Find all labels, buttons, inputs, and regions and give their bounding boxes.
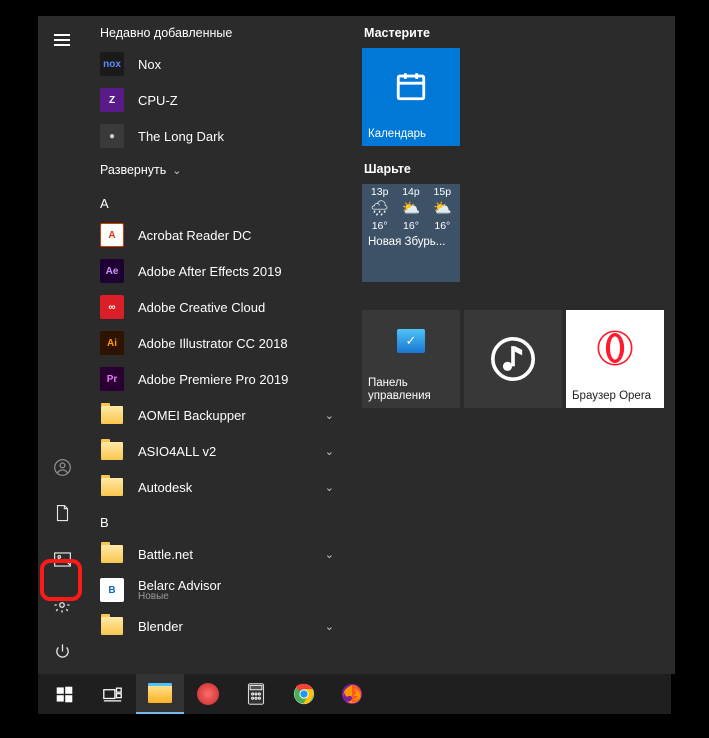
app-label: AOMEI Backupper	[138, 408, 311, 423]
app-item[interactable]: Z CPU-Z	[86, 82, 352, 118]
power-button[interactable]	[38, 628, 86, 674]
calculator-icon	[247, 683, 265, 705]
weather-tile[interactable]: 13p14p15p 🌧⛅⛅ 16°16°16° Новая Збурь...	[362, 184, 460, 282]
music-note-icon	[491, 337, 535, 381]
chevron-down-icon: ⌄	[325, 620, 338, 633]
hamburger-icon	[54, 34, 70, 46]
file-explorer-taskbar[interactable]	[136, 674, 184, 714]
app-label: Battle.net	[138, 547, 311, 562]
folder-icon	[100, 614, 124, 638]
pictures-button[interactable]	[38, 536, 86, 582]
app-item[interactable]: A Acrobat Reader DC	[86, 217, 352, 253]
app-icon: nox	[100, 52, 124, 76]
control-panel-tile[interactable]: ✓ Панель управления	[362, 310, 460, 408]
start-rail	[38, 16, 86, 674]
gear-icon	[53, 596, 71, 614]
app-icon: Ai	[100, 331, 124, 355]
calculator-taskbar[interactable]	[232, 674, 280, 714]
app-icon: Ae	[100, 259, 124, 283]
app-item[interactable]: AOMEI Backupper ⌄	[86, 397, 352, 433]
calendar-icon	[394, 69, 428, 103]
task-view-button[interactable]	[88, 674, 136, 714]
chevron-down-icon: ⌄	[325, 409, 338, 422]
weather-icon: ⛅	[402, 199, 421, 217]
control-panel-icon: ✓	[397, 329, 425, 353]
weather-icon: ⛅	[433, 199, 452, 217]
user-button[interactable]	[38, 444, 86, 490]
firefox-taskbar[interactable]	[328, 674, 376, 714]
app-taskbar-1[interactable]	[184, 674, 232, 714]
app-item[interactable]: Ai Adobe Illustrator CC 2018	[86, 325, 352, 361]
tile-group-2-title[interactable]: Шарьте	[362, 158, 665, 184]
expand-rail-button[interactable]	[38, 16, 86, 64]
app-item[interactable]: Blender ⌄	[86, 608, 352, 644]
task-view-icon	[103, 687, 122, 702]
opera-icon	[595, 328, 635, 368]
chrome-icon	[293, 683, 315, 705]
app-label: CPU-Z	[138, 93, 338, 108]
app-label: ASIO4ALL v2	[138, 444, 311, 459]
app-list[interactable]: Недавно добавленные nox Nox Z CPU-Z ● The Lon…	[86, 16, 352, 674]
app-icon: ●	[100, 124, 124, 148]
folder-icon	[100, 403, 124, 427]
app-label: Autodesk	[138, 480, 311, 495]
picture-icon	[54, 552, 71, 567]
app-icon: Z	[100, 88, 124, 112]
expand-recent[interactable]: Развернуть ⌄	[86, 154, 352, 186]
tiles-area[interactable]: Мастерите Календарь Шарьте 13p14p15p 🌧⛅⛅…	[352, 16, 675, 674]
chevron-down-icon: ⌄	[325, 445, 338, 458]
taskbar	[38, 674, 671, 714]
start-button[interactable]	[40, 674, 88, 714]
documents-button[interactable]	[38, 490, 86, 536]
weather-icon: 🌧	[370, 199, 389, 217]
app-item[interactable]: BBelarc AdvisorНовые	[86, 572, 352, 608]
windows-icon	[56, 686, 73, 703]
app-label: Adobe Illustrator CC 2018	[138, 336, 338, 351]
app-label: Blender	[138, 619, 311, 634]
firefox-icon	[341, 683, 363, 705]
app-item[interactable]: Battle.net ⌄	[86, 536, 352, 572]
letter-a-header[interactable]: A	[86, 186, 352, 217]
chevron-down-icon: ⌄	[325, 548, 338, 561]
red-circle-icon	[197, 683, 219, 705]
app-icon: ∞	[100, 295, 124, 319]
app-icon: B	[100, 578, 124, 602]
app-icon: A	[100, 223, 124, 247]
app-item[interactable]: Autodesk ⌄	[86, 469, 352, 505]
opera-tile[interactable]: Браузер Opera	[566, 310, 664, 408]
folder-icon	[100, 542, 124, 566]
app-label: Adobe Creative Cloud	[138, 300, 338, 315]
chevron-down-icon: ⌄	[325, 481, 338, 494]
calendar-tile[interactable]: Календарь	[362, 48, 460, 146]
music-tile[interactable]	[464, 310, 562, 408]
chrome-taskbar[interactable]	[280, 674, 328, 714]
app-label: Adobe Premiere Pro 2019	[138, 372, 338, 387]
app-item[interactable]: nox Nox	[86, 46, 352, 82]
user-icon	[54, 459, 71, 476]
app-label: Adobe After Effects 2019	[138, 264, 338, 279]
chevron-down-icon: ⌄	[172, 164, 185, 177]
document-icon	[55, 504, 70, 522]
folder-icon	[100, 475, 124, 499]
power-icon	[54, 643, 71, 660]
folder-icon	[100, 439, 124, 463]
settings-button[interactable]	[38, 582, 86, 628]
file-explorer-icon	[148, 683, 172, 703]
app-item[interactable]: Pr Adobe Premiere Pro 2019	[86, 361, 352, 397]
letter-b-header[interactable]: B	[86, 505, 352, 536]
tile-group-1-title[interactable]: Мастерите	[362, 22, 665, 48]
app-label: Acrobat Reader DC	[138, 228, 338, 243]
recent-header: Недавно добавленные	[86, 20, 352, 46]
start-menu: Недавно добавленные nox Nox Z CPU-Z ● The Lon…	[38, 16, 675, 674]
app-item[interactable]: ∞ Adobe Creative Cloud	[86, 289, 352, 325]
app-item[interactable]: Ae Adobe After Effects 2019	[86, 253, 352, 289]
app-label: Nox	[138, 57, 338, 72]
app-item[interactable]: ASIO4ALL v2 ⌄	[86, 433, 352, 469]
app-item[interactable]: ● The Long Dark	[86, 118, 352, 154]
app-label: The Long Dark	[138, 129, 338, 144]
app-icon: Pr	[100, 367, 124, 391]
